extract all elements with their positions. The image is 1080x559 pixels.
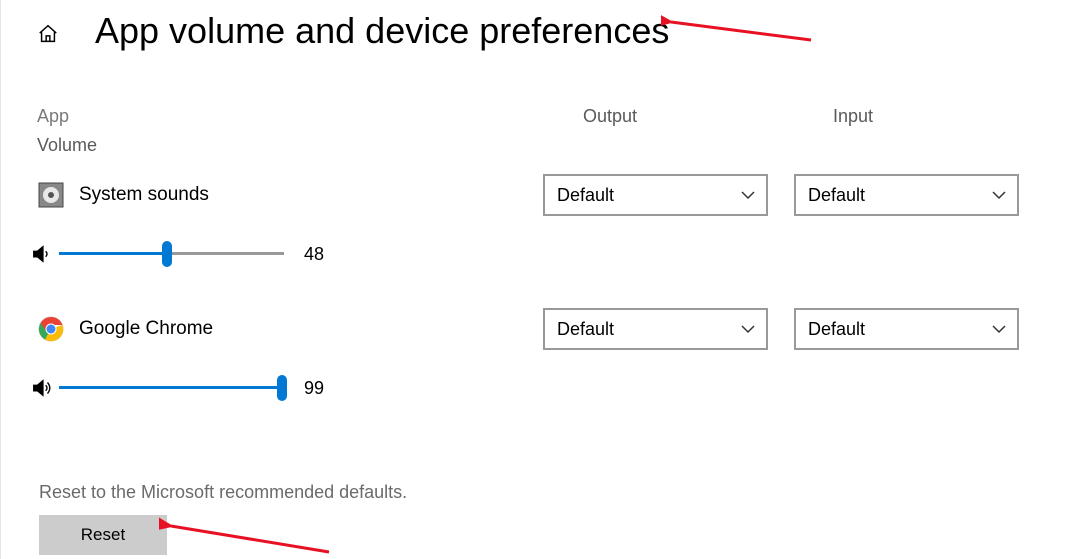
app-row: System sounds Default Default xyxy=(1,174,1080,216)
chevron-down-icon xyxy=(991,321,1007,337)
chrome-icon xyxy=(37,315,65,343)
page-title: App volume and device preferences xyxy=(95,10,669,52)
reset-description: Reset to the Microsoft recommended defau… xyxy=(1,482,1080,503)
speaker-icon[interactable] xyxy=(31,377,53,399)
annotation-arrow-icon xyxy=(159,510,339,558)
dropdown-value: Default xyxy=(808,319,865,340)
volume-value: 99 xyxy=(304,378,324,399)
volume-slider-row: 99 xyxy=(1,374,1080,402)
dropdown-value: Default xyxy=(557,185,614,206)
reset-button[interactable]: Reset xyxy=(39,515,167,555)
volume-value: 48 xyxy=(304,244,324,265)
column-header-app: App xyxy=(37,106,583,127)
dropdown-value: Default xyxy=(808,185,865,206)
output-device-dropdown[interactable]: Default xyxy=(543,174,768,216)
column-header-input: Input xyxy=(833,106,873,127)
chevron-down-icon xyxy=(740,187,756,203)
volume-slider[interactable] xyxy=(59,374,284,402)
input-device-dropdown[interactable]: Default xyxy=(794,174,1019,216)
app-row: Google Chrome Default Default xyxy=(1,308,1080,350)
chevron-down-icon xyxy=(991,187,1007,203)
speaker-icon[interactable] xyxy=(31,243,53,265)
column-header-volume: Volume xyxy=(1,135,1080,156)
volume-slider-row: 48 xyxy=(1,240,1080,268)
dropdown-value: Default xyxy=(557,319,614,340)
home-icon[interactable] xyxy=(37,23,59,45)
column-header-output: Output xyxy=(583,106,833,127)
chevron-down-icon xyxy=(740,321,756,337)
system-sounds-icon xyxy=(37,181,65,209)
app-name-label: System sounds xyxy=(79,184,543,206)
app-name-label: Google Chrome xyxy=(79,318,543,340)
volume-slider[interactable] xyxy=(59,240,284,268)
output-device-dropdown[interactable]: Default xyxy=(543,308,768,350)
input-device-dropdown[interactable]: Default xyxy=(794,308,1019,350)
